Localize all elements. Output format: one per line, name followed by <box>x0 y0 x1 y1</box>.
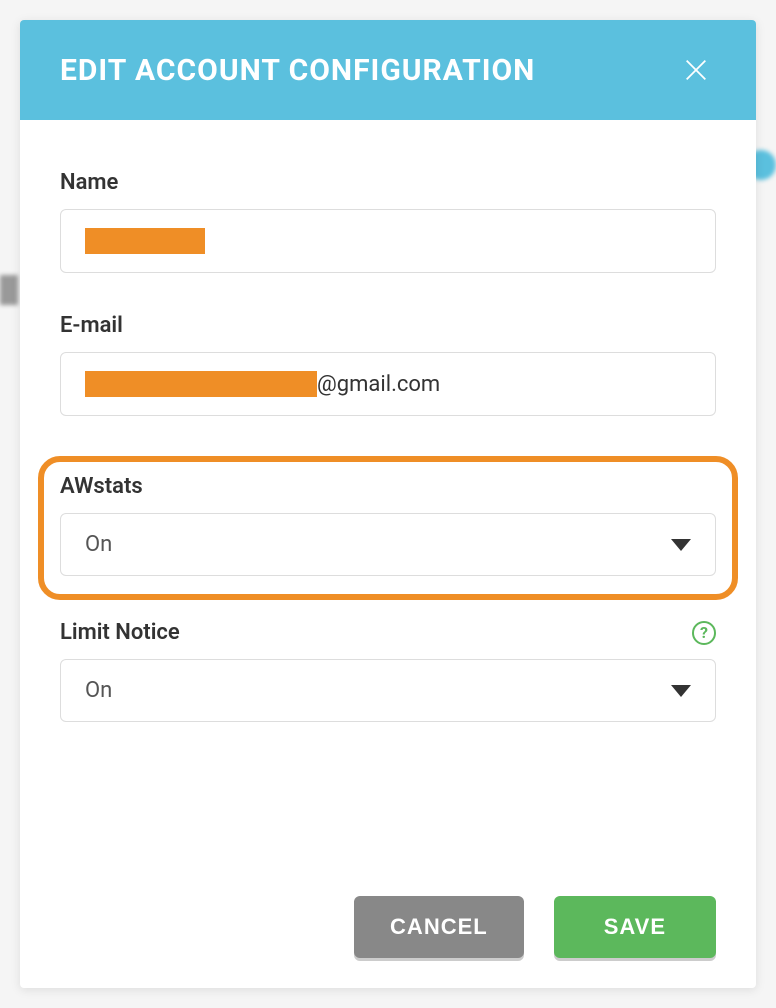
awstats-value: On <box>85 532 112 557</box>
limit-notice-label: Limit Notice <box>60 620 180 645</box>
close-icon <box>682 56 710 84</box>
save-button[interactable]: SAVE <box>554 896 716 958</box>
limit-notice-field-group: Limit Notice ? On <box>60 620 716 722</box>
chevron-down-icon <box>671 539 691 551</box>
email-input[interactable]: @gmail.com <box>60 352 716 416</box>
awstats-select[interactable]: On <box>60 513 716 576</box>
modal-header: EDIT ACCOUNT CONFIGURATION <box>20 20 756 120</box>
awstats-field-group: AWstats On <box>38 456 738 600</box>
edit-account-modal: EDIT ACCOUNT CONFIGURATION Name E-mail @… <box>20 20 756 988</box>
email-redacted <box>85 371 317 397</box>
cancel-button[interactable]: CANCEL <box>354 896 524 958</box>
email-label: E-mail <box>60 313 716 338</box>
name-label: Name <box>60 170 716 195</box>
close-button[interactable] <box>676 50 716 90</box>
name-input[interactable] <box>60 209 716 273</box>
name-redacted <box>85 228 205 254</box>
chevron-down-icon <box>671 685 691 697</box>
limit-notice-value: On <box>85 678 112 703</box>
name-field-group: Name <box>60 170 716 273</box>
email-domain: @gmail.com <box>317 372 440 397</box>
modal-body: Name E-mail @gmail.com AWstats On Limit … <box>20 120 756 876</box>
email-field-group: E-mail @gmail.com <box>60 313 716 416</box>
help-icon[interactable]: ? <box>692 621 716 645</box>
limit-notice-select[interactable]: On <box>60 659 716 722</box>
awstats-label: AWstats <box>60 474 716 499</box>
modal-title: EDIT ACCOUNT CONFIGURATION <box>60 53 535 88</box>
modal-footer: CANCEL SAVE <box>20 876 756 988</box>
